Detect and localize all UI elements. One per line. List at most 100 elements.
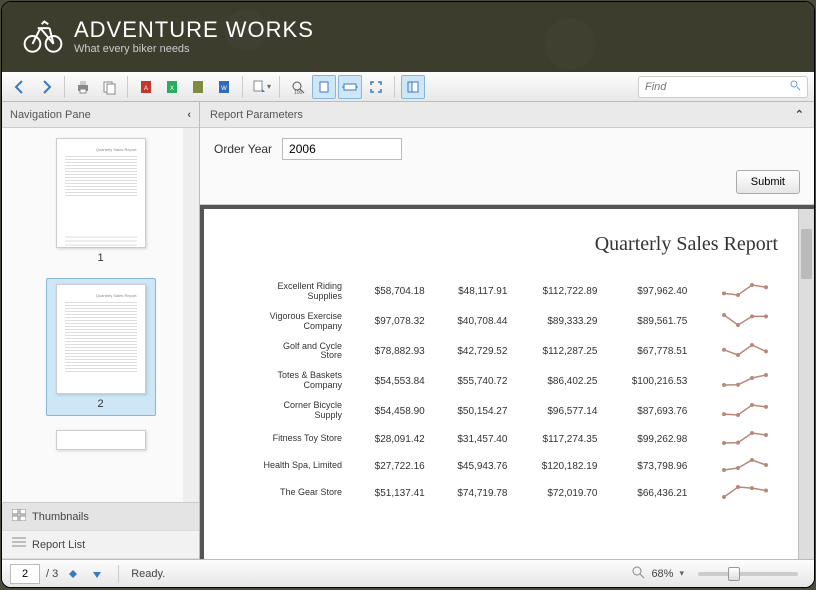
table-row: Fitness Toy Store$28,091.42$31,457.40$11… xyxy=(238,427,776,452)
report-table: Excellent RidingSupplies$58,704.18$48,11… xyxy=(236,276,778,508)
nav-back-button[interactable] xyxy=(8,75,32,99)
viewer-vertical-scrollbar[interactable] xyxy=(798,209,814,559)
export-pdf-button[interactable]: A xyxy=(134,75,158,99)
thumbnail-3[interactable] xyxy=(46,430,156,450)
export-xls-button[interactable]: X xyxy=(160,75,184,99)
row-sparkline xyxy=(695,427,776,452)
row-q4: $66,436.21 xyxy=(605,481,693,506)
tab-thumbnails[interactable]: Thumbnails xyxy=(2,503,199,531)
report-page[interactable]: Quarterly Sales Report Excellent RidingS… xyxy=(204,209,810,559)
row-q2: $55,740.72 xyxy=(433,367,514,395)
row-q3: $89,333.29 xyxy=(515,308,603,336)
copy-button[interactable] xyxy=(97,75,121,99)
thumbnail-1[interactable]: Quarterly Sales Report 1 xyxy=(46,138,156,264)
row-q3: $72,019.70 xyxy=(515,481,603,506)
nav-forward-button[interactable] xyxy=(34,75,58,99)
list-icon xyxy=(12,537,26,552)
current-page-input[interactable] xyxy=(10,564,40,584)
row-q2: $42,729.52 xyxy=(433,338,514,366)
svg-text:W: W xyxy=(221,86,227,92)
row-name: Health Spa, Limited xyxy=(238,454,348,479)
table-row: Totes & BasketsCompany$54,553.84$55,740.… xyxy=(238,367,776,395)
table-row: Excellent RidingSupplies$58,704.18$48,11… xyxy=(238,278,776,306)
brand-tagline: What every biker needs xyxy=(74,43,314,55)
row-sparkline xyxy=(695,338,776,366)
table-row: Health Spa, Limited$27,722.16$45,943.76 $… xyxy=(238,454,776,479)
zoom-value: 68% xyxy=(651,568,673,580)
row-q2: $50,154.27 xyxy=(433,397,514,425)
report-title: Quarterly Sales Report xyxy=(236,233,778,256)
thumbnails-scrollbar[interactable] xyxy=(183,128,199,502)
row-sparkline xyxy=(695,397,776,425)
export-dropdown-button[interactable]: ▾ xyxy=(249,75,273,99)
thumbnail-label: 2 xyxy=(52,398,150,410)
row-q2: $45,943.76 xyxy=(433,454,514,479)
row-q4: $87,693.76 xyxy=(605,397,693,425)
row-q4: $89,561.75 xyxy=(605,308,693,336)
table-row: Corner BicycleSupply$54,458.90$50,154.27… xyxy=(238,397,776,425)
row-sparkline xyxy=(695,367,776,395)
thumbnails-list: Quarterly Sales Report 1 Quarterly Sales… xyxy=(2,128,199,502)
row-q1: $54,458.90 xyxy=(350,397,431,425)
row-q3: $112,722.89 xyxy=(515,278,603,306)
row-q2: $48,117.91 xyxy=(433,278,514,306)
find-input[interactable] xyxy=(645,81,789,93)
row-q2: $31,457.40 xyxy=(433,427,514,452)
nav-pane-header: Navigation Pane ‹ xyxy=(2,102,199,128)
row-sparkline xyxy=(695,454,776,479)
main-toolbar: A X W ▾ 100 xyxy=(2,72,814,102)
row-q1: $97,078.32 xyxy=(350,308,431,336)
fit-page-button[interactable] xyxy=(312,75,336,99)
row-q4: $73,798.96 xyxy=(605,454,693,479)
order-year-label: Order Year xyxy=(214,142,272,156)
print-button[interactable] xyxy=(71,75,95,99)
row-name: Corner BicycleSupply xyxy=(238,397,348,425)
row-q1: $28,091.42 xyxy=(350,427,431,452)
brand-logo: ADVENTURE WORKS What every biker needs xyxy=(22,15,314,60)
nav-pane-title: Navigation Pane xyxy=(10,109,91,121)
table-row: Golf and CycleStore$78,882.93$42,729.52$… xyxy=(238,338,776,366)
row-q4: $97,962.40 xyxy=(605,278,693,306)
row-name: Fitness Toy Store xyxy=(238,427,348,452)
svg-text:100: 100 xyxy=(294,90,303,95)
zoom-slider[interactable] xyxy=(698,572,798,576)
status-bar: / 3 Ready. 68% ▾ xyxy=(2,559,814,587)
toggle-sidebar-button[interactable] xyxy=(401,75,425,99)
table-row: Vigorous ExerciseCompany$97,078.32$40,70… xyxy=(238,308,776,336)
row-q1: $78,882.93 xyxy=(350,338,431,366)
prev-page-button[interactable] xyxy=(64,565,82,583)
params-collapse-icon[interactable]: ⌃ xyxy=(795,108,804,121)
row-name: Excellent RidingSupplies xyxy=(238,278,348,306)
tab-report-list[interactable]: Report List xyxy=(2,531,199,559)
row-q3: $86,402.25 xyxy=(515,367,603,395)
fit-width-button[interactable] xyxy=(338,75,362,99)
thumbnails-icon xyxy=(12,509,26,524)
row-name: Vigorous ExerciseCompany xyxy=(238,308,348,336)
svg-text:A: A xyxy=(144,86,148,92)
search-icon[interactable] xyxy=(789,79,801,94)
row-sparkline xyxy=(695,308,776,336)
row-q2: $40,708.44 xyxy=(433,308,514,336)
next-page-button[interactable] xyxy=(88,565,106,583)
order-year-input[interactable] xyxy=(282,138,402,160)
row-q4: $67,778.51 xyxy=(605,338,693,366)
zoom-dropdown-icon[interactable]: ▾ xyxy=(679,568,684,579)
row-q1: $27,722.16 xyxy=(350,454,431,479)
thumbnail-2[interactable]: Quarterly Sales Report 2 xyxy=(46,278,156,416)
row-name: Totes & BasketsCompany xyxy=(238,367,348,395)
bicycle-icon xyxy=(22,15,64,60)
page-total: / 3 xyxy=(46,568,58,580)
export-doc-button[interactable]: W xyxy=(212,75,236,99)
zoom-100-button[interactable]: 100 xyxy=(286,75,310,99)
row-sparkline xyxy=(695,481,776,506)
row-q4: $99,262.98 xyxy=(605,427,693,452)
fullscreen-button[interactable] xyxy=(364,75,388,99)
export-csv-button[interactable] xyxy=(186,75,210,99)
zoom-icon[interactable] xyxy=(631,565,645,582)
params-header: Report Parameters ⌃ xyxy=(200,102,814,128)
find-wrapper xyxy=(638,76,808,98)
submit-button[interactable]: Submit xyxy=(736,170,800,194)
brand-title: ADVENTURE WORKS xyxy=(74,19,314,41)
row-name: The Gear Store xyxy=(238,481,348,506)
nav-collapse-icon[interactable]: ‹ xyxy=(187,109,191,121)
